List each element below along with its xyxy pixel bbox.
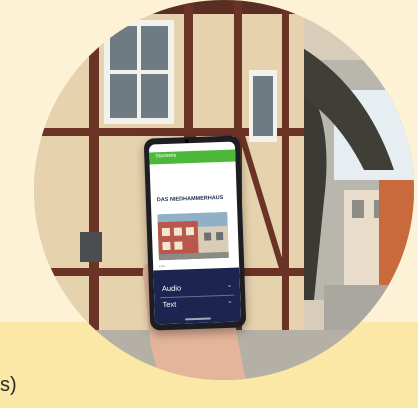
thumbnail-caption: Foto [159,264,166,269]
app-bar-label: Startseite [155,152,177,160]
menu-divider [160,294,235,299]
phone-screen: Startseite DAS NIEDHAMMERHAUS Foto Audio… [148,141,242,325]
menu-item-audio[interactable]: Audio [162,284,181,294]
photo-circle: Startseite DAS NIEDHAMMERHAUS Foto Audio… [34,0,414,380]
home-indicator [184,317,212,321]
building-thumbnail [157,211,229,261]
smartphone: Startseite DAS NIEDHAMMERHAUS Foto Audio… [143,135,247,331]
chevron-down-icon[interactable]: ⌄ [227,298,232,305]
menu-item-text[interactable]: Text [162,300,176,309]
page-title: DAS NIEDHAMMERHAUS [156,194,224,204]
band-text: s) [0,374,17,396]
chevron-down-icon[interactable]: ⌄ [227,282,232,289]
app-header-bar: Startseite [149,149,236,165]
content-menu: Audio ⌄ Text ⌄ [153,267,242,325]
